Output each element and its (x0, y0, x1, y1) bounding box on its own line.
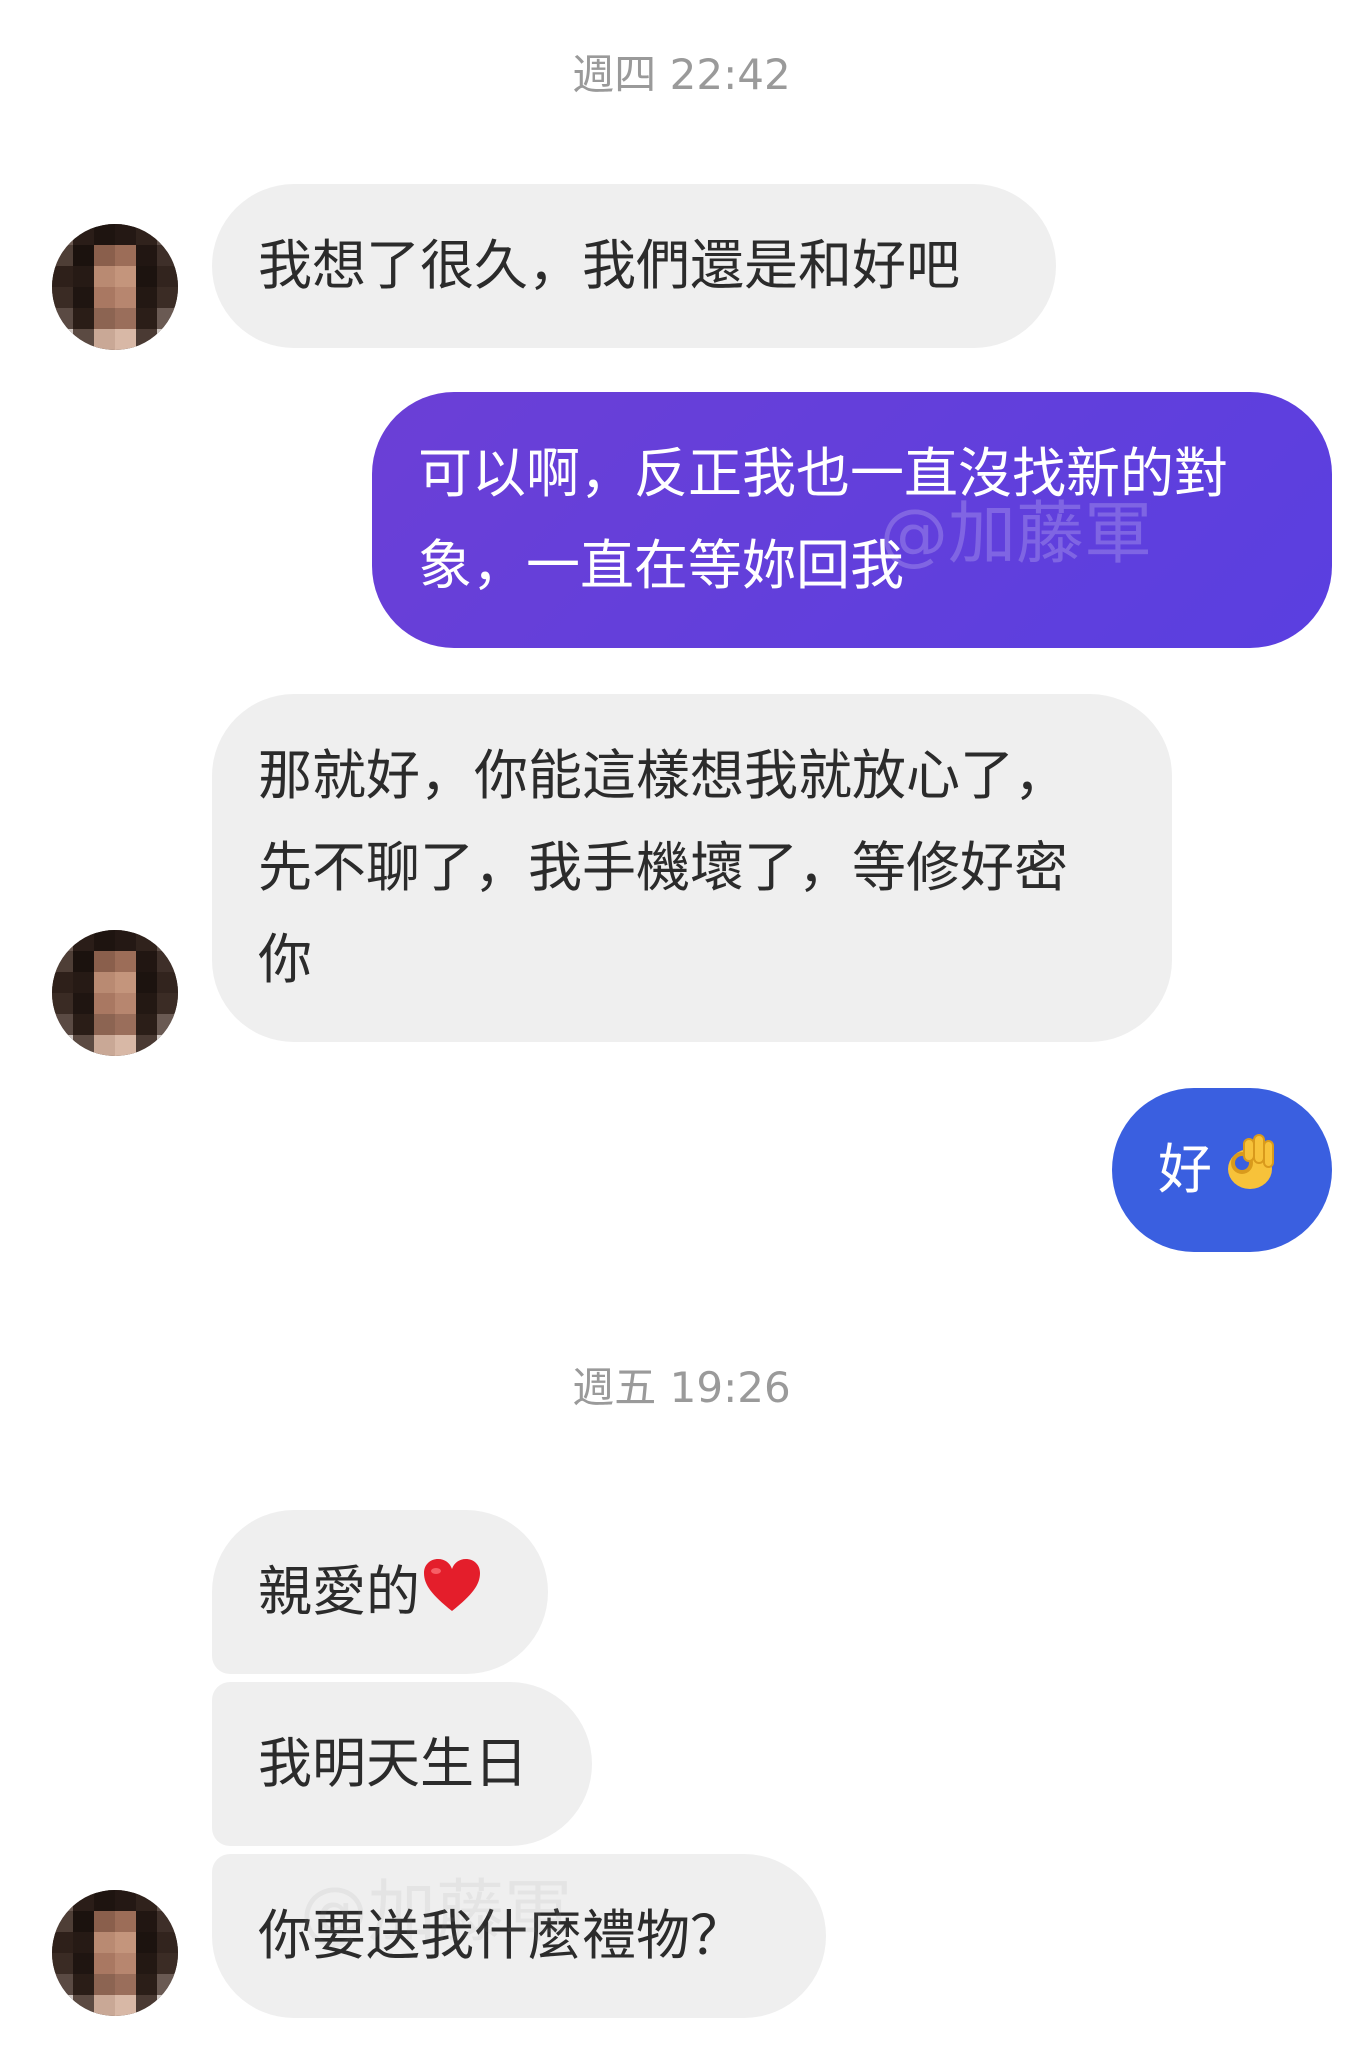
message-text: 我明天生日 (258, 1732, 528, 1795)
red-heart-emoji-icon (422, 1549, 482, 1641)
contact-avatar[interactable] (52, 1890, 178, 2016)
timestamp-thursday: 週四 22:42 (572, 50, 791, 99)
message-bubble-incoming[interactable]: 親愛的 (212, 1510, 548, 1674)
message-text: 我想了很久，我們還是和好吧 (258, 234, 960, 297)
message-bubble-incoming[interactable]: 那就好，你能這樣想我就放心了， 先不聊了，我手機壞了，等修好密 你 (212, 694, 1172, 1042)
ok-hand-emoji-icon (1222, 1127, 1278, 1219)
message-bubble-outgoing[interactable]: 好 (1112, 1088, 1332, 1252)
message-bubble-incoming[interactable]: 你要送我什麼禮物？ (212, 1854, 826, 2018)
message-bubble-outgoing[interactable]: 可以啊，反正我也一直沒找新的對 象，一直在等妳回我 (372, 392, 1332, 648)
contact-avatar[interactable] (52, 224, 178, 350)
message-bubble-incoming[interactable]: 我明天生日 (212, 1682, 592, 1846)
message-text-line-1: 那就好，你能這樣想我就放心了， (258, 744, 1068, 807)
message-bubble-incoming[interactable]: 我想了很久，我們還是和好吧 (212, 184, 1056, 348)
timestamp-friday: 週五 19:26 (572, 1363, 791, 1412)
message-text-line-3: 你 (258, 928, 312, 991)
message-text: 你要送我什麼禮物？ (258, 1904, 744, 1967)
message-text-line-2: 先不聊了，我手機壞了，等修好密 (258, 836, 1068, 899)
message-text-line-2: 象，一直在等妳回我 (418, 534, 904, 597)
message-text: 親愛的 (258, 1560, 420, 1623)
message-text: 好 (1158, 1138, 1212, 1201)
message-text-line-1: 可以啊，反正我也一直沒找新的對 (418, 442, 1228, 505)
contact-avatar[interactable] (52, 930, 178, 1056)
